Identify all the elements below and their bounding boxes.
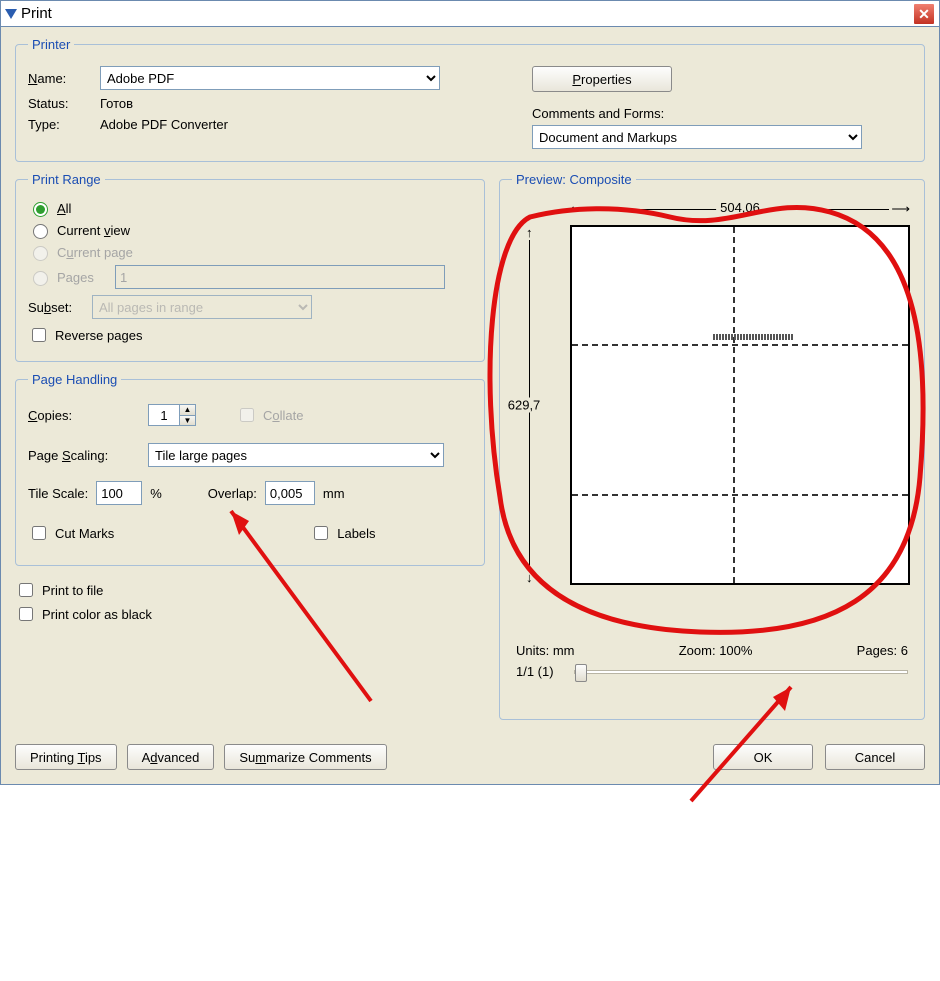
handling-legend: Page Handling <box>28 372 121 387</box>
scaling-label: Page Scaling: <box>28 448 148 463</box>
page-handling-group: Page Handling Copies: ▲ ▼ <box>15 372 485 566</box>
tilescale-unit: % <box>150 486 162 501</box>
zoom-text: Zoom: 100% <box>679 643 753 658</box>
range-currentpage-label: Current page <box>57 245 133 260</box>
print-dialog: Print ✕ Printer Name: Adobe PDF Status: … <box>0 0 940 785</box>
dim-width: 504,06 <box>716 200 764 215</box>
pages-text: Pages: 6 <box>857 643 908 658</box>
comments-select[interactable]: Document and Markups <box>532 125 862 149</box>
overlap-input[interactable] <box>265 481 315 505</box>
tilescale-input[interactable] <box>96 481 142 505</box>
preview-group: Preview: Composite ⟵ 504,06 ⟶ ↑ <box>499 172 925 720</box>
range-pages-radio <box>33 271 48 286</box>
preview-area: ⟵ 504,06 ⟶ ↑ 629,7 ↓ <box>512 195 912 635</box>
pin-icon <box>5 9 17 19</box>
subset-label: Subset: <box>28 300 92 315</box>
arrow-down-icon: ↓ <box>526 570 533 585</box>
subset-select: All pages in range <box>92 295 312 319</box>
copies-input[interactable] <box>149 405 179 425</box>
summarize-button[interactable]: Summarize Comments <box>224 744 386 770</box>
range-pages-input <box>115 265 445 289</box>
range-all-label: All <box>57 201 71 216</box>
status-label: Status: <box>28 96 100 111</box>
copies-label: Copies: <box>28 408 148 423</box>
cancel-button[interactable]: Cancel <box>825 744 925 770</box>
range-all-radio[interactable] <box>33 202 48 217</box>
close-button[interactable]: ✕ <box>913 3 935 25</box>
reverse-pages-label: Reverse pages <box>55 328 142 343</box>
comments-label: Comments and Forms: <box>532 106 912 121</box>
print-to-file-checkbox[interactable] <box>19 583 33 597</box>
printer-group: Printer Name: Adobe PDF Status: Готов Ty <box>15 37 925 162</box>
scaling-select[interactable]: Tile large pages <box>148 443 444 467</box>
collate-label: Collate <box>263 408 303 423</box>
printing-tips-button[interactable]: Printing Tips <box>15 744 117 770</box>
cutmarks-label: Cut Marks <box>55 526 114 541</box>
range-pages-label: Pages <box>57 270 109 285</box>
printer-name-select[interactable]: Adobe PDF <box>100 66 440 90</box>
type-label: Type: <box>28 117 100 132</box>
reverse-pages-checkbox[interactable] <box>32 328 46 342</box>
range-legend: Print Range <box>28 172 105 187</box>
titlebar: Print ✕ <box>1 1 939 27</box>
print-black-checkbox[interactable] <box>19 607 33 621</box>
print-range-group: Print Range All Current view Current pag… <box>15 172 485 362</box>
range-currentview-label: Current view <box>57 223 130 238</box>
slider-thumb[interactable] <box>575 664 587 682</box>
printer-legend: Printer <box>28 37 74 52</box>
type-value: Adobe PDF Converter <box>100 117 228 132</box>
copies-spinner[interactable]: ▲ ▼ <box>148 404 196 426</box>
overlap-unit: mm <box>323 486 345 501</box>
properties-button[interactable]: Properties <box>532 66 672 92</box>
preview-slider[interactable] <box>574 670 908 674</box>
arrow-left-icon: ⟵ <box>570 201 589 217</box>
copies-up[interactable]: ▲ <box>179 405 195 416</box>
status-value: Готов <box>100 96 133 111</box>
print-to-file-label: Print to file <box>42 583 103 598</box>
advanced-button[interactable]: Advanced <box>127 744 215 770</box>
labels-label: Labels <box>337 526 375 541</box>
ok-button[interactable]: OK <box>713 744 813 770</box>
nav-text: 1/1 (1) <box>516 664 554 679</box>
range-currentview-radio[interactable] <box>33 224 48 239</box>
arrow-right-icon: ⟶ <box>891 201 910 217</box>
preview-canvas <box>570 225 910 585</box>
copies-down[interactable]: ▼ <box>179 416 195 426</box>
cutmarks-checkbox[interactable] <box>32 526 46 540</box>
print-black-label: Print color as black <box>42 607 152 622</box>
labels-checkbox[interactable] <box>314 526 328 540</box>
collate-checkbox <box>240 408 254 422</box>
units-text: Units: mm <box>516 643 575 658</box>
arrow-up-icon: ↑ <box>526 225 533 240</box>
range-currentpage-radio <box>33 246 48 261</box>
dim-height: 629,7 <box>508 398 541 413</box>
tilescale-label: Tile Scale: <box>28 486 88 501</box>
dialog-title: Print <box>21 5 52 22</box>
preview-legend: Preview: Composite <box>512 172 636 187</box>
name-label: Name: <box>28 71 100 86</box>
overlap-label: Overlap: <box>208 486 257 501</box>
